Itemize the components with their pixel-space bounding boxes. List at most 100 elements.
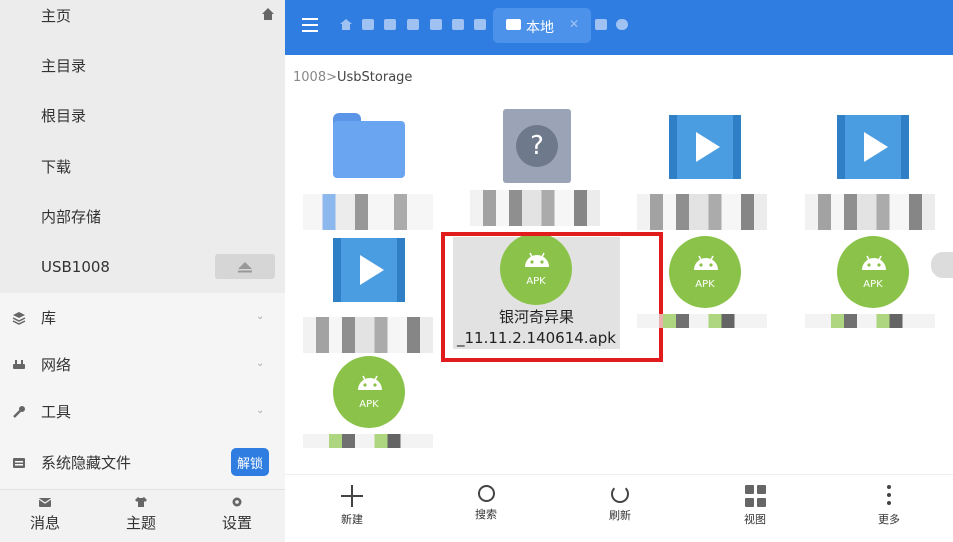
sidebar-item-home-dir[interactable]: 主目录	[0, 40, 285, 90]
eject-icon	[238, 261, 252, 272]
mail-icon	[38, 498, 52, 507]
unlock-button[interactable]: 解锁	[231, 448, 269, 476]
apk-badge: APK	[863, 279, 883, 290]
tab-icon[interactable]	[384, 19, 396, 30]
file-manager-app: 主页 主目录 根目录 下载 内部存储 USB1008 库 ⌄ 网络 ⌄ 工具 ⌄…	[0, 0, 953, 542]
scroll-handle[interactable]	[931, 252, 953, 278]
breadcrumb-parent[interactable]: 1008	[293, 70, 326, 85]
sidebar-item-label: 下载	[41, 157, 72, 176]
tab-icon[interactable]	[474, 19, 486, 30]
sidebar-item-label: 根目录	[41, 106, 87, 125]
blurred-filename	[637, 314, 767, 328]
refresh-icon	[611, 485, 629, 503]
blurred-filename	[303, 194, 433, 230]
file-item-apk[interactable]: APK	[293, 356, 443, 471]
shirt-icon	[135, 497, 147, 507]
grid-view-icon	[744, 485, 766, 507]
section-tools[interactable]: 工具 ⌄	[0, 389, 285, 435]
wrench-icon	[13, 406, 25, 418]
more-vertical-icon	[887, 485, 891, 507]
sidebar-item-root[interactable]: 根目录	[0, 90, 285, 140]
refresh-label: 刷新	[609, 509, 631, 522]
section-label: 网络	[41, 356, 72, 374]
view-label: 视图	[744, 513, 766, 526]
search-button[interactable]: 搜索	[446, 475, 526, 542]
tab-local[interactable]: 本地 ✕	[493, 8, 591, 43]
section-library[interactable]: 库 ⌄	[0, 295, 285, 341]
cloud-icon[interactable]	[616, 19, 628, 30]
folder-icon	[333, 113, 408, 188]
messages-button[interactable]: 消息	[5, 490, 85, 542]
unknown-file-icon: ?	[503, 109, 578, 184]
sidebar-item-label: 主页	[41, 6, 72, 25]
blurred-filename	[303, 434, 433, 448]
new-label: 新建	[341, 513, 363, 526]
apk-badge: APK	[695, 279, 715, 290]
breadcrumb-current: UsbStorage	[337, 70, 413, 85]
apk-file-icon: APK	[669, 236, 744, 311]
android-icon	[358, 375, 382, 390]
file-item-video[interactable]	[627, 113, 777, 230]
sidebar-item-internal-storage[interactable]: 内部存储	[0, 191, 285, 241]
file-item-apk[interactable]: APK	[795, 236, 945, 351]
apk-file-icon: APK	[333, 356, 408, 431]
sidebar-item-home[interactable]: 主页	[0, 0, 285, 40]
android-icon	[862, 255, 886, 270]
file-item-video[interactable]	[293, 236, 443, 353]
more-button[interactable]: 更多	[849, 475, 929, 542]
home-icon	[262, 8, 274, 20]
top-bar: 本地 ✕	[285, 0, 953, 55]
tab-icon[interactable]	[407, 19, 419, 30]
android-icon	[694, 255, 718, 270]
menu-icon[interactable]	[302, 18, 318, 32]
tab-icon[interactable]	[430, 19, 442, 30]
layers-icon	[12, 312, 26, 325]
network-icon	[13, 360, 25, 369]
close-icon[interactable]: ✕	[569, 17, 579, 31]
video-file-icon	[669, 113, 744, 188]
tab-icon[interactable]	[452, 19, 464, 30]
chevron-down-icon: ⌄	[256, 358, 265, 369]
blurred-filename	[805, 314, 935, 328]
new-button[interactable]: 新建	[312, 475, 392, 542]
list-box-icon	[13, 458, 25, 468]
view-button[interactable]: 视图	[715, 475, 795, 542]
sidebar-item-label: 主目录	[41, 56, 87, 75]
file-item-video[interactable]	[795, 113, 945, 230]
chevron-down-icon: ⌄	[256, 311, 265, 322]
blurred-filename	[637, 194, 767, 230]
video-file-icon	[333, 236, 408, 311]
sidebar-item-download[interactable]: 下载	[0, 141, 285, 191]
tab-icon[interactable]	[595, 19, 607, 30]
search-label: 搜索	[475, 508, 497, 521]
sidebar-item-label: USB1008	[41, 258, 110, 276]
gear-icon	[232, 497, 242, 507]
bottom-toolbar: 新建 搜索 刷新 视图 更多	[285, 474, 953, 542]
blurred-filename	[805, 194, 935, 230]
theme-button[interactable]: 主题	[101, 490, 181, 542]
settings-label: 设置	[221, 514, 252, 532]
file-item-unknown[interactable]: ?	[460, 109, 610, 226]
breadcrumb: 1008>UsbStorage	[293, 70, 412, 85]
file-item-folder[interactable]	[293, 113, 443, 230]
apk-file-icon: APK	[837, 236, 912, 311]
refresh-button[interactable]: 刷新	[580, 475, 660, 542]
file-item-apk[interactable]: APK	[627, 236, 777, 351]
breadcrumb-separator: >	[326, 70, 337, 85]
search-icon	[477, 485, 495, 502]
plus-icon	[341, 485, 363, 507]
theme-label: 主题	[125, 514, 156, 532]
settings-button[interactable]: 设置	[197, 490, 277, 542]
sidebar-item-label: 内部存储	[41, 207, 102, 226]
chevron-down-icon: ⌄	[256, 405, 265, 416]
sidebar: 主页 主目录 根目录 下载 内部存储 USB1008 库 ⌄ 网络 ⌄ 工具 ⌄…	[0, 0, 285, 542]
blurred-filename	[470, 190, 600, 226]
blurred-filename	[303, 317, 433, 353]
home-icon[interactable]	[340, 19, 352, 30]
more-label: 更多	[878, 513, 900, 526]
section-label: 库	[41, 309, 57, 327]
android-tab-icon[interactable]	[362, 19, 374, 30]
section-network[interactable]: 网络 ⌄	[0, 342, 285, 388]
eject-button[interactable]	[215, 254, 275, 279]
tab-label: 本地	[526, 20, 554, 36]
